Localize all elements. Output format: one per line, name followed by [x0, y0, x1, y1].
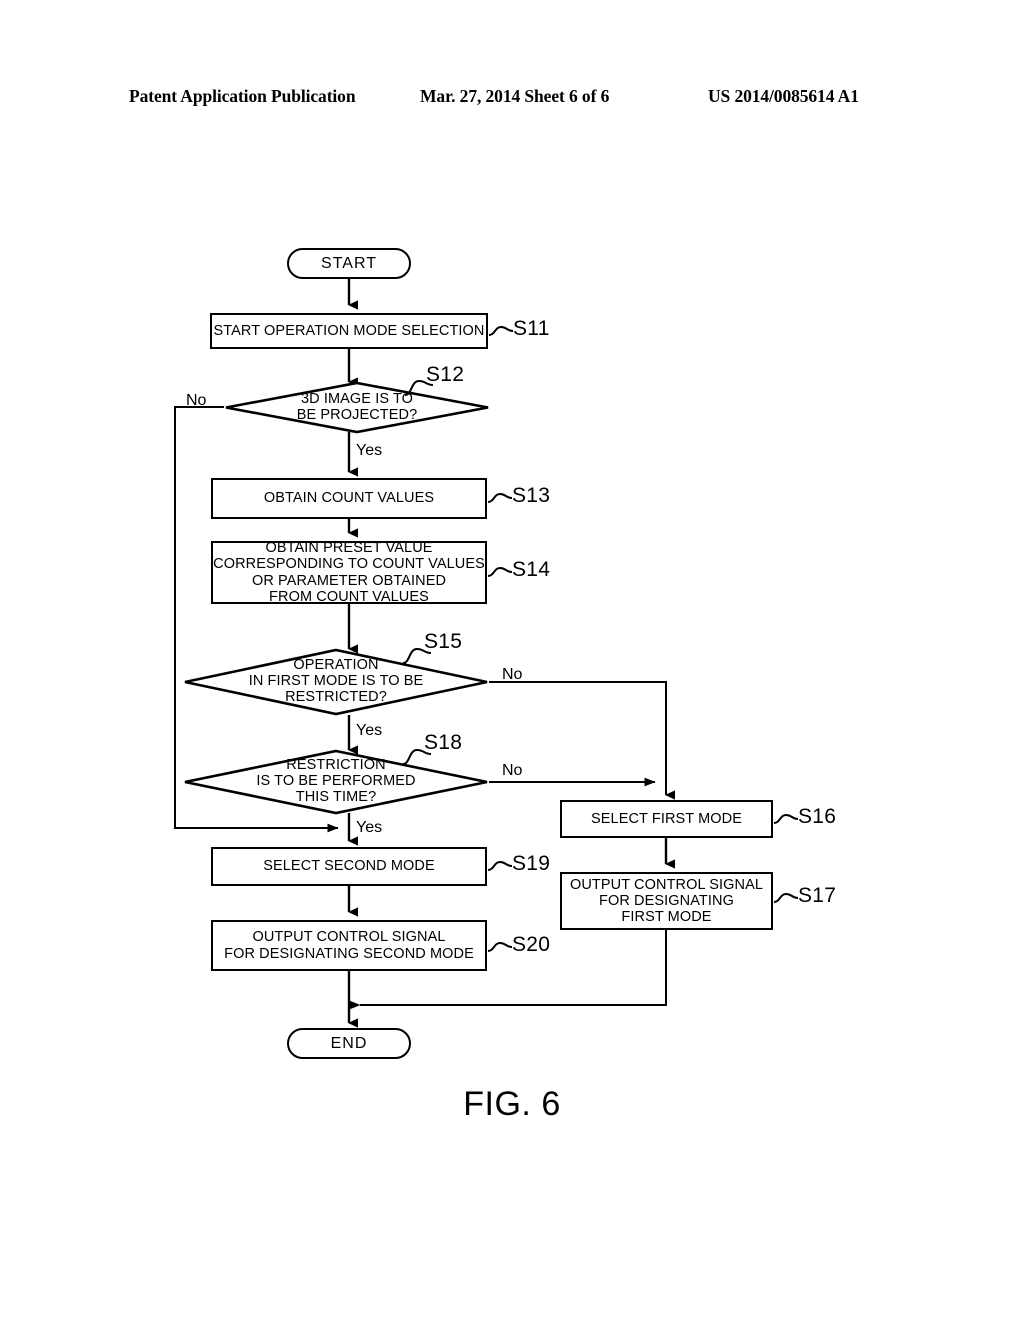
node-s11-label: START OPERATION MODE SELECTION [213, 322, 485, 339]
step-label-s13: S13 [512, 484, 551, 507]
edge-label-s18-no: No [502, 762, 523, 779]
edge-label-s18-yes: Yes [356, 819, 383, 836]
node-s15: OPERATION IN FIRST MODE IS TO BE RESTRIC… [183, 648, 489, 716]
node-s16-label: SELECT FIRST MODE [590, 810, 743, 827]
node-start-label: START [321, 254, 377, 272]
node-s16: SELECT FIRST MODE [560, 800, 773, 838]
figure-caption: FIG. 6 [463, 1085, 561, 1123]
step-label-s11: S11 [513, 317, 550, 340]
node-s12: 3D IMAGE IS TO BE PROJECTED? [224, 381, 490, 434]
node-s18: RESTRICTION IS TO BE PERFORMED THIS TIME… [183, 749, 489, 815]
node-s11: START OPERATION MODE SELECTION [210, 313, 488, 349]
node-s20: OUTPUT CONTROL SIGNAL FOR DESIGNATING SE… [211, 920, 487, 971]
node-s14: OBTAIN PRESET VALUE CORRESPONDING TO COU… [211, 540, 487, 605]
node-s14-label: OBTAIN PRESET VALUE CORRESPONDING TO COU… [213, 540, 485, 605]
leader-s20 [487, 941, 513, 952]
edge-label-s15-no: No [502, 666, 523, 683]
node-end: END [287, 1028, 411, 1059]
node-s20-label: OUTPUT CONTROL SIGNAL FOR DESIGNATING SE… [224, 929, 474, 962]
node-s15-label: OPERATION IN FIRST MODE IS TO BE RESTRIC… [248, 657, 424, 705]
step-label-s14: S14 [512, 558, 551, 581]
step-label-s17: S17 [798, 884, 837, 907]
edge-label-s15-yes: Yes [356, 722, 383, 739]
edge-label-s12-no: No [186, 392, 207, 409]
node-s12-label: 3D IMAGE IS TO BE PROJECTED? [296, 390, 418, 423]
node-s13: OBTAIN COUNT VALUES [211, 478, 487, 519]
leader-s13 [487, 492, 513, 503]
leader-s19 [487, 860, 513, 871]
node-s17: OUTPUT CONTROL SIGNAL FOR DESIGNATING FI… [560, 872, 773, 930]
edge-label-s12-yes: Yes [356, 442, 383, 459]
leader-s17 [773, 892, 799, 903]
step-label-s19: S19 [512, 852, 551, 875]
node-s19: SELECT SECOND MODE [211, 847, 487, 886]
node-s13-label: OBTAIN COUNT VALUES [263, 490, 435, 507]
step-label-s18: S18 [424, 731, 463, 754]
node-s18-label: RESTRICTION IS TO BE PERFORMED THIS TIME… [256, 757, 416, 805]
step-label-s20: S20 [512, 933, 551, 956]
step-label-s15: S15 [424, 630, 463, 653]
node-s19-label: SELECT SECOND MODE [263, 858, 435, 875]
leader-s16 [773, 813, 799, 824]
step-label-s12: S12 [426, 363, 465, 386]
node-s17-label: OUTPUT CONTROL SIGNAL FOR DESIGNATING FI… [569, 876, 764, 926]
node-start: START [287, 248, 411, 279]
leader-s14 [487, 566, 513, 577]
leader-s11 [488, 325, 514, 336]
step-label-s16: S16 [798, 805, 837, 828]
node-end-label: END [330, 1034, 368, 1052]
